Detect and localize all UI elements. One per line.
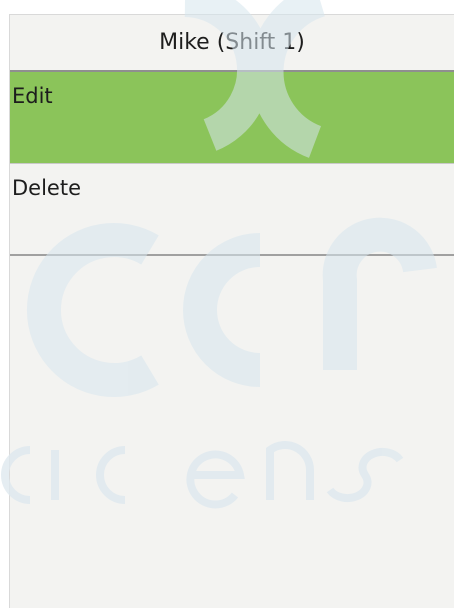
menu-item-edit[interactable]: Edit [10, 72, 454, 164]
page-title: Mike (Shift 1) [10, 15, 454, 72]
menu-item-delete-label: Delete [12, 176, 81, 200]
menu-item-edit-label: Edit [12, 84, 53, 108]
menu-screen: Mike (Shift 1) Edit Delete [9, 14, 454, 608]
page-title-label: Mike (Shift 1) [159, 30, 305, 55]
menu-item-delete[interactable]: Delete [10, 164, 454, 256]
